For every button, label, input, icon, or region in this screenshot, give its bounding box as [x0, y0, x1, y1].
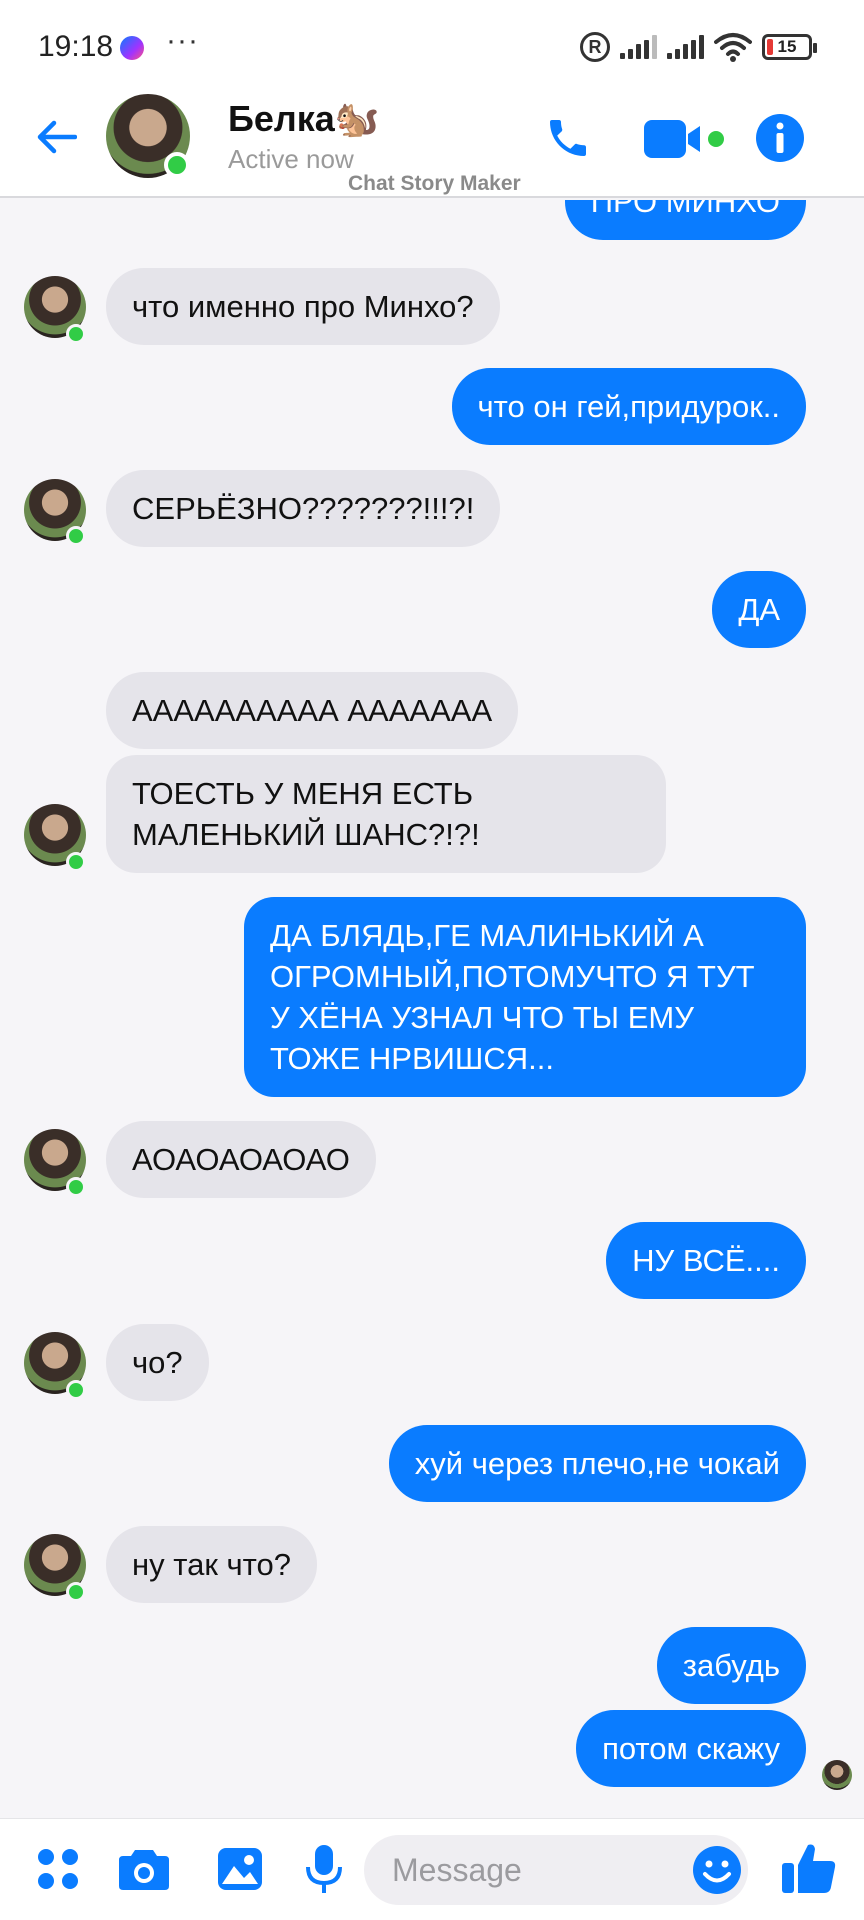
status-indicators: R 15: [580, 30, 817, 64]
online-indicator: [66, 1582, 86, 1602]
status-bar: 19:18 ··· R 15: [0, 0, 864, 88]
video-call-button[interactable]: [642, 112, 730, 166]
chat-header: Белка🐿️ Active now Chat Story Maker: [0, 88, 864, 198]
composer-bar: [0, 1818, 864, 1920]
message-bubble-outgoing[interactable]: забудь: [656, 1627, 806, 1704]
phone-icon: [550, 120, 586, 156]
microphone-icon: [306, 1845, 342, 1893]
message-bubble-incoming[interactable]: АОАОАОАОАО: [106, 1121, 376, 1198]
voice-button[interactable]: [296, 1841, 352, 1897]
info-button[interactable]: [752, 110, 808, 166]
apps-icon: [38, 1849, 78, 1889]
gallery-icon: [218, 1848, 262, 1890]
registered-icon: R: [580, 32, 610, 62]
watermark: Chat Story Maker: [348, 172, 521, 195]
thumbs-up-icon: [782, 1844, 836, 1893]
online-indicator: [66, 852, 86, 872]
message-bubble-outgoing[interactable]: ПРО МИНХО: [564, 200, 806, 240]
message-bubble-incoming[interactable]: СЕРЬЁЗНО???????!!!?!: [106, 470, 501, 547]
message-bubble-incoming[interactable]: ТОЕСТЬ У МЕНЯ ЕСТЬ МАЛЕНЬКИЙ ШАНС?!?!: [106, 755, 666, 873]
more-notifications-icon: ···: [166, 24, 199, 57]
camera-icon: [119, 1850, 169, 1890]
message-bubble-incoming[interactable]: чо?: [106, 1324, 209, 1401]
contact-status: Active now: [228, 144, 354, 174]
call-button[interactable]: [540, 110, 596, 166]
messenger-notification-icon: [120, 36, 144, 60]
message-bubble-outgoing[interactable]: ДА: [712, 571, 806, 648]
emoji-button[interactable]: [690, 1843, 744, 1897]
battery-level: 15: [777, 37, 797, 56]
apps-button[interactable]: [30, 1841, 86, 1897]
video-camera-icon: [644, 120, 724, 158]
signal-icon: [667, 35, 704, 59]
contact-name[interactable]: Белка🐿️: [228, 98, 380, 140]
online-indicator: [164, 152, 190, 178]
battery-icon: 15: [762, 34, 817, 60]
gallery-button[interactable]: [212, 1841, 268, 1897]
emoji-icon: [693, 1846, 741, 1894]
message-bubble-incoming[interactable]: ну так что?: [106, 1526, 317, 1603]
camera-button[interactable]: [116, 1841, 172, 1897]
signal-icon: [620, 35, 657, 59]
online-indicator: [66, 324, 86, 344]
message-bubble-outgoing[interactable]: ДА БЛЯДЬ,ГЕ МАЛИНЬКИЙ А ОГРОМНЫЙ,ПОТОМУЧ…: [244, 897, 806, 1097]
seen-receipt-avatar: [822, 1760, 852, 1790]
wifi-icon: [714, 32, 752, 62]
info-icon: [756, 114, 804, 162]
back-button[interactable]: [30, 110, 84, 164]
online-indicator: [66, 1177, 86, 1197]
online-indicator: [66, 1380, 86, 1400]
message-list[interactable]: ПРО МИНХО что именно про Минхо? что он г…: [0, 200, 864, 1818]
message-bubble-incoming[interactable]: АААААААААА ААААААА: [106, 672, 519, 749]
arrow-left-icon: [37, 120, 77, 154]
online-indicator: [66, 526, 86, 546]
message-bubble-outgoing[interactable]: хуй через плечо,не чокай: [388, 1425, 806, 1502]
like-button[interactable]: [780, 1839, 838, 1899]
status-time: 19:18: [38, 30, 114, 63]
message-bubble-incoming[interactable]: что именно про Минхо?: [106, 268, 500, 345]
message-bubble-outgoing[interactable]: потом скажу: [576, 1710, 806, 1787]
message-bubble-outgoing[interactable]: что он гей,придурок..: [451, 368, 806, 445]
message-bubble-outgoing[interactable]: НУ ВСЁ....: [606, 1222, 806, 1299]
